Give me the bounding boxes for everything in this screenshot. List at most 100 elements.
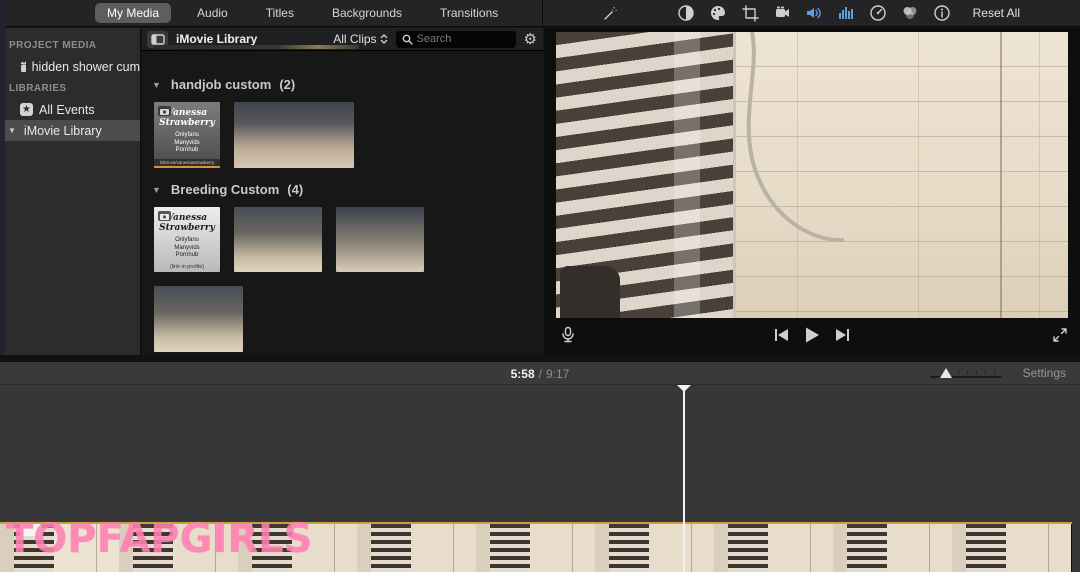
timeline-toolbar: 5:58 / 9:17 Settings (0, 362, 1080, 385)
card-platforms: Onlyfans Manyvids Pornhub (174, 132, 199, 155)
site-watermark: TOPFAPGIRLS (6, 516, 312, 562)
timeline[interactable]: TOPFAPGIRLS (0, 385, 1080, 572)
clip-thumbnail[interactable] (154, 286, 243, 352)
color-balance-icon[interactable] (673, 2, 699, 24)
info-icon[interactable] (929, 2, 955, 24)
crop-icon[interactable] (737, 2, 763, 24)
chevron-updown-icon (380, 33, 388, 45)
all-events-label: All Events (39, 103, 95, 117)
viewer-controls (544, 320, 1080, 355)
reset-all-button[interactable]: Reset All (973, 6, 1062, 20)
project-media-header: PROJECT MEDIA (0, 34, 140, 56)
tab-my-media[interactable]: My Media (95, 3, 171, 23)
libraries-header: LIBRARIES (0, 77, 140, 99)
filmstrip-frame[interactable] (952, 524, 1071, 572)
clip-thumbnail[interactable] (336, 207, 424, 272)
libraries-sidebar: PROJECT MEDIA hidden shower cum LIBRARIE… (0, 28, 141, 355)
event-2-clips: Vanessa Strawberry Onlyfans Manyvids Por… (142, 205, 543, 352)
search-icon (402, 34, 413, 45)
transport-controls (774, 326, 850, 349)
disclosure-triangle-icon[interactable]: ▼ (152, 185, 161, 195)
imovie-window: My Media Audio Titles Backgrounds Transi… (0, 0, 1080, 572)
adjust-toolbar: Reset All (543, 0, 1080, 26)
disclosure-triangle-icon[interactable]: ▼ (152, 80, 161, 90)
video-thumbnail-placeholder (234, 102, 354, 168)
sidebar-item-imovie-library[interactable]: ▼ iMovie Library (0, 120, 140, 141)
clip-thumbnail-title-card[interactable]: Vanessa Strawberry Onlyfans Manyvids Por… (154, 102, 220, 168)
card-note: (link in profile) (170, 264, 204, 270)
filmstrip-frame[interactable] (833, 524, 952, 572)
event-1-clips: Vanessa Strawberry Onlyfans Manyvids Por… (142, 100, 543, 168)
timecode-total: 9:17 (546, 367, 569, 381)
tab-audio[interactable]: Audio (185, 3, 240, 23)
audio-levels-icon[interactable] (833, 2, 859, 24)
tab-transitions[interactable]: Transitions (428, 3, 510, 23)
slider-tick (994, 371, 995, 375)
video-thumbnail-placeholder (336, 207, 424, 272)
preview-viewer (544, 28, 1080, 355)
timecode-display: 5:58 / 9:17 (0, 362, 1080, 385)
video-content-placeholder (556, 32, 1068, 318)
slider-tick (976, 371, 977, 375)
viewer-video[interactable] (556, 32, 1068, 318)
play-button[interactable] (803, 326, 821, 349)
search-field[interactable] (396, 31, 516, 48)
filmstrip-frame[interactable] (357, 524, 476, 572)
fullscreen-icon[interactable] (1052, 327, 1068, 348)
skip-back-button[interactable] (774, 328, 789, 347)
video-thumbnail-placeholder (154, 286, 243, 352)
filmstrip-frame[interactable] (714, 524, 833, 572)
clip-thumbnail-title-card[interactable]: Vanessa Strawberry Onlyfans Manyvids Por… (154, 207, 220, 272)
playhead-handle[interactable] (677, 385, 691, 392)
slider-tick (967, 371, 968, 375)
tab-titles[interactable]: Titles (254, 3, 306, 23)
slider-thumb[interactable] (940, 368, 952, 378)
search-input[interactable] (417, 33, 507, 45)
slider-tick (985, 371, 986, 375)
voiceover-mic-icon[interactable] (560, 326, 576, 349)
event-header-1[interactable]: ▼ handjob custom (2) (142, 51, 543, 100)
event-clip-count: (4) (287, 182, 303, 197)
timeline-settings-button[interactable]: Settings (1023, 366, 1066, 380)
media-tabs: My Media Audio Titles Backgrounds Transi… (0, 0, 543, 26)
playhead[interactable] (683, 385, 685, 572)
event-name: handjob custom (171, 77, 271, 92)
event-name: Breeding Custom (171, 182, 279, 197)
browser-settings-gear-icon[interactable]: ⚙ (524, 32, 537, 47)
clipped-thumbnail-sliver[interactable] (154, 45, 359, 49)
color-palette-icon[interactable] (705, 2, 731, 24)
speed-icon[interactable] (865, 2, 891, 24)
browser-title: iMovie Library (176, 32, 257, 46)
panel-divider (0, 355, 1080, 362)
skip-forward-button[interactable] (835, 328, 850, 347)
filmstrip-frame[interactable] (595, 524, 714, 572)
media-browser: iMovie Library All Clips ⚙ ▼ handjob cus… (142, 28, 543, 355)
color-filters-icon[interactable] (897, 2, 923, 24)
clip-filter-dropdown[interactable]: All Clips (333, 32, 387, 46)
top-toolbar: My Media Audio Titles Backgrounds Transi… (0, 0, 1080, 27)
volume-icon[interactable] (801, 2, 827, 24)
camera-icon (158, 106, 171, 116)
tab-backgrounds[interactable]: Backgrounds (320, 3, 414, 23)
filmstrip-frame[interactable] (476, 524, 595, 572)
timecode-separator: / (539, 367, 542, 381)
timecode-current: 5:58 (511, 367, 535, 381)
stabilization-camera-icon[interactable] (769, 2, 795, 24)
sidebar-item-all-events[interactable]: ★ All Events (0, 99, 140, 120)
clip-thumbnail[interactable] (234, 102, 354, 168)
sidebar-item-project[interactable]: hidden shower cum (0, 56, 140, 77)
video-thumbnail-placeholder (234, 207, 322, 272)
enhance-wand-icon[interactable] (596, 2, 622, 24)
clip-filter-label: All Clips (333, 32, 376, 46)
clip-thumbnail[interactable] (234, 207, 322, 272)
star-icon: ★ (20, 103, 33, 116)
event-clip-count: (2) (279, 77, 295, 92)
window-edge (0, 0, 5, 355)
card-platforms: Onlyfans Manyvids Pornhub (174, 237, 199, 260)
disclosure-triangle-icon[interactable]: ▼ (8, 126, 16, 135)
camera-icon (158, 211, 171, 221)
imovie-library-label: iMovie Library (24, 124, 102, 138)
project-item-label: hidden shower cum (32, 60, 140, 74)
event-header-2[interactable]: ▼ Breeding Custom (4) (142, 168, 543, 205)
timeline-zoom-slider[interactable] (930, 369, 1002, 379)
